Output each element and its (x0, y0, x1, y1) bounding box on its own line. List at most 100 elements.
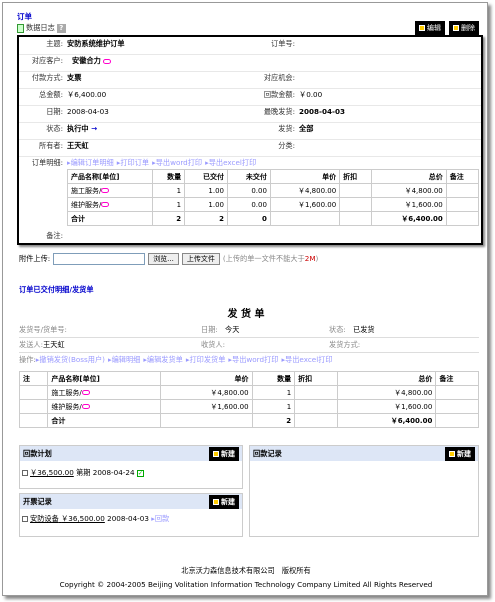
table-cell (445, 197, 480, 212)
checkbox[interactable] (22, 470, 28, 476)
edit-button[interactable]: 编辑 (415, 21, 445, 35)
square-icon (419, 25, 425, 31)
category-label: 分类: (278, 141, 295, 150)
table-cell (294, 399, 338, 414)
arrow-right-icon[interactable]: → (91, 124, 97, 133)
delivery-op-4[interactable]: ▸导出word打印 (228, 355, 278, 364)
invoice-back-label: 回款 (154, 514, 170, 523)
upload-note-text: (上传的单一文件不能大于 (222, 254, 305, 263)
pen-icon[interactable] (81, 404, 90, 409)
plan-new-button[interactable]: 新建 (209, 446, 239, 461)
plan-date: 2008-04-24 (92, 468, 135, 477)
column-header: 数量 (151, 169, 186, 184)
detail-label: 订单明细: (31, 158, 63, 167)
footer-copyright: Copyright © 2004-2005 Beijing Volitation… (59, 580, 433, 589)
pen-icon[interactable] (81, 390, 90, 395)
date-label: 日期: (46, 107, 63, 116)
table-cell (18, 399, 49, 414)
table-cell: 1.00 (184, 197, 229, 212)
table-row: 维护服务/￥1,600.00 1 ￥1,600.00 (18, 399, 479, 414)
pen-icon[interactable] (101, 202, 110, 207)
detail-op-0[interactable]: ▸编辑订单明细 (67, 158, 114, 167)
table-cell: 2 (151, 211, 186, 226)
table-cell (159, 413, 253, 428)
plan-period: 第期 (76, 468, 91, 477)
owner-value: 王天虹 (67, 141, 89, 150)
table-cell: ￥1,600.00 (336, 399, 437, 414)
payment-plan-box: 回款计划 新建 ￥36,500.00 第期 2008-04-24 ✓ (19, 445, 243, 489)
record-new-label: 新建 (457, 449, 471, 458)
column-header: 单价 (159, 371, 253, 386)
detail-ops: ▸编辑订单明细 ▸打印订单 ▸导出word打印 ▸导出excel打印 (67, 158, 259, 168)
column-header: 注 (18, 371, 49, 386)
delivery-date: 今天 (225, 325, 240, 334)
upload-button[interactable]: 上传文件 (181, 253, 220, 265)
total-row: 合计 2 2 0 ￥6,400.00 (67, 211, 480, 226)
detail-op-2[interactable]: ▸导出word打印 (152, 158, 202, 167)
ship-value: 全部 (299, 124, 314, 133)
latest-ship-value: 2008-04-03 (299, 107, 345, 116)
status-text: 执行中 (67, 124, 89, 133)
upload-note: (上传的单一文件不能大于2M) (223, 254, 318, 264)
delivery-op-1[interactable]: ▸编辑明细 (108, 355, 140, 364)
document-icon (17, 23, 24, 33)
receiver-label: 收货人: (201, 340, 225, 349)
record-new-button[interactable]: 新建 (445, 446, 475, 461)
latest-ship-label: 最晚发货: (263, 107, 295, 116)
owner-label: 所有者: (39, 141, 63, 150)
table-cell: 维护服务/ (47, 399, 161, 414)
table-cell: ￥1,600.00 (159, 399, 253, 414)
sender-value: 王天虹 (43, 340, 65, 349)
delivery-op-0[interactable]: ▸撤销发货(Boss用户) (36, 355, 105, 364)
help-icon[interactable]: ? (56, 23, 66, 33)
plan-amount[interactable]: ￥36,500.00 (30, 468, 74, 477)
delivery-items-table: 注产品名称[单位] 单价 数量 折扣 总价 备注 施工服务/￥4,800.00 1 ￥4,800… (18, 371, 479, 428)
delivery-heading: 发 货 单 (227, 309, 265, 320)
invoice-back-link[interactable]: ▸回款 (151, 514, 169, 523)
table-cell: 1 (251, 385, 296, 400)
table-row: 维护服务/1 1.00 0.00 ￥1,600.00 ￥1,600.00 (67, 197, 480, 212)
delivery-no-label: 发货号/货单号: (19, 325, 67, 334)
column-header: 总价 (336, 371, 437, 386)
total-row: 合计 2 ￥6,400.00 (18, 413, 479, 428)
customer-link[interactable]: 安徽合力 (67, 56, 112, 66)
table-cell: ￥1,600.00 (371, 197, 447, 212)
data-log[interactable]: 数据日志? (17, 23, 66, 33)
ship-label: 发货: (278, 124, 295, 133)
browse-button[interactable]: 浏览... (148, 253, 179, 265)
invoice-date: 2008-04-03 (107, 514, 149, 523)
square-icon (213, 450, 219, 457)
delivery-status-label: 状态: (329, 325, 346, 334)
pay-label: 付款方式: (31, 73, 63, 82)
file-path-input[interactable] (53, 253, 146, 265)
table-cell (435, 399, 479, 414)
invoice-box: 开票记录 新建 安防设备 ￥36,500.00 2008-04-03 ▸回款 (19, 493, 243, 537)
invoice-link[interactable]: 安防设备 ￥36,500.00 (30, 514, 105, 523)
table-cell: ￥4,800.00 (269, 183, 341, 198)
table-cell: ￥4,800.00 (336, 385, 437, 400)
table-cell: 1 (151, 183, 186, 198)
detail-op-1[interactable]: ▸打印订单 (117, 158, 149, 167)
table-cell: ￥1,600.00 (269, 197, 341, 212)
table-cell: 施工服务/ (47, 385, 161, 400)
plan-new-label: 新建 (221, 449, 235, 458)
checkbox[interactable] (22, 516, 28, 522)
status-value: 执行中 → (67, 124, 97, 134)
pen-icon[interactable] (101, 188, 110, 193)
record-title: 回款记录 (253, 448, 282, 458)
payment-record-box: 回款记录 新建 (249, 445, 479, 537)
delete-label: 删除 (461, 24, 475, 32)
table-cell: 合计 (67, 211, 153, 226)
column-header: 产品名称[单位] (47, 371, 161, 386)
delete-button[interactable]: 删除 (449, 21, 479, 35)
delivery-op-5[interactable]: ▸导出excel打印 (281, 355, 332, 364)
invoice-new-button[interactable]: 新建 (209, 494, 239, 509)
delivery-op-3[interactable]: ▸打印发货单 (186, 355, 226, 364)
customer-value: 安徽合力 (72, 56, 101, 65)
check-icon[interactable]: ✓ (136, 469, 144, 477)
delivery-op-2[interactable]: ▸编辑发货单 (143, 355, 183, 364)
table-cell (294, 413, 338, 428)
detail-op-3[interactable]: ▸导出excel打印 (205, 158, 256, 167)
received-value: ￥0.00 (299, 90, 323, 99)
column-header: 产品名称[单位] (67, 169, 153, 184)
